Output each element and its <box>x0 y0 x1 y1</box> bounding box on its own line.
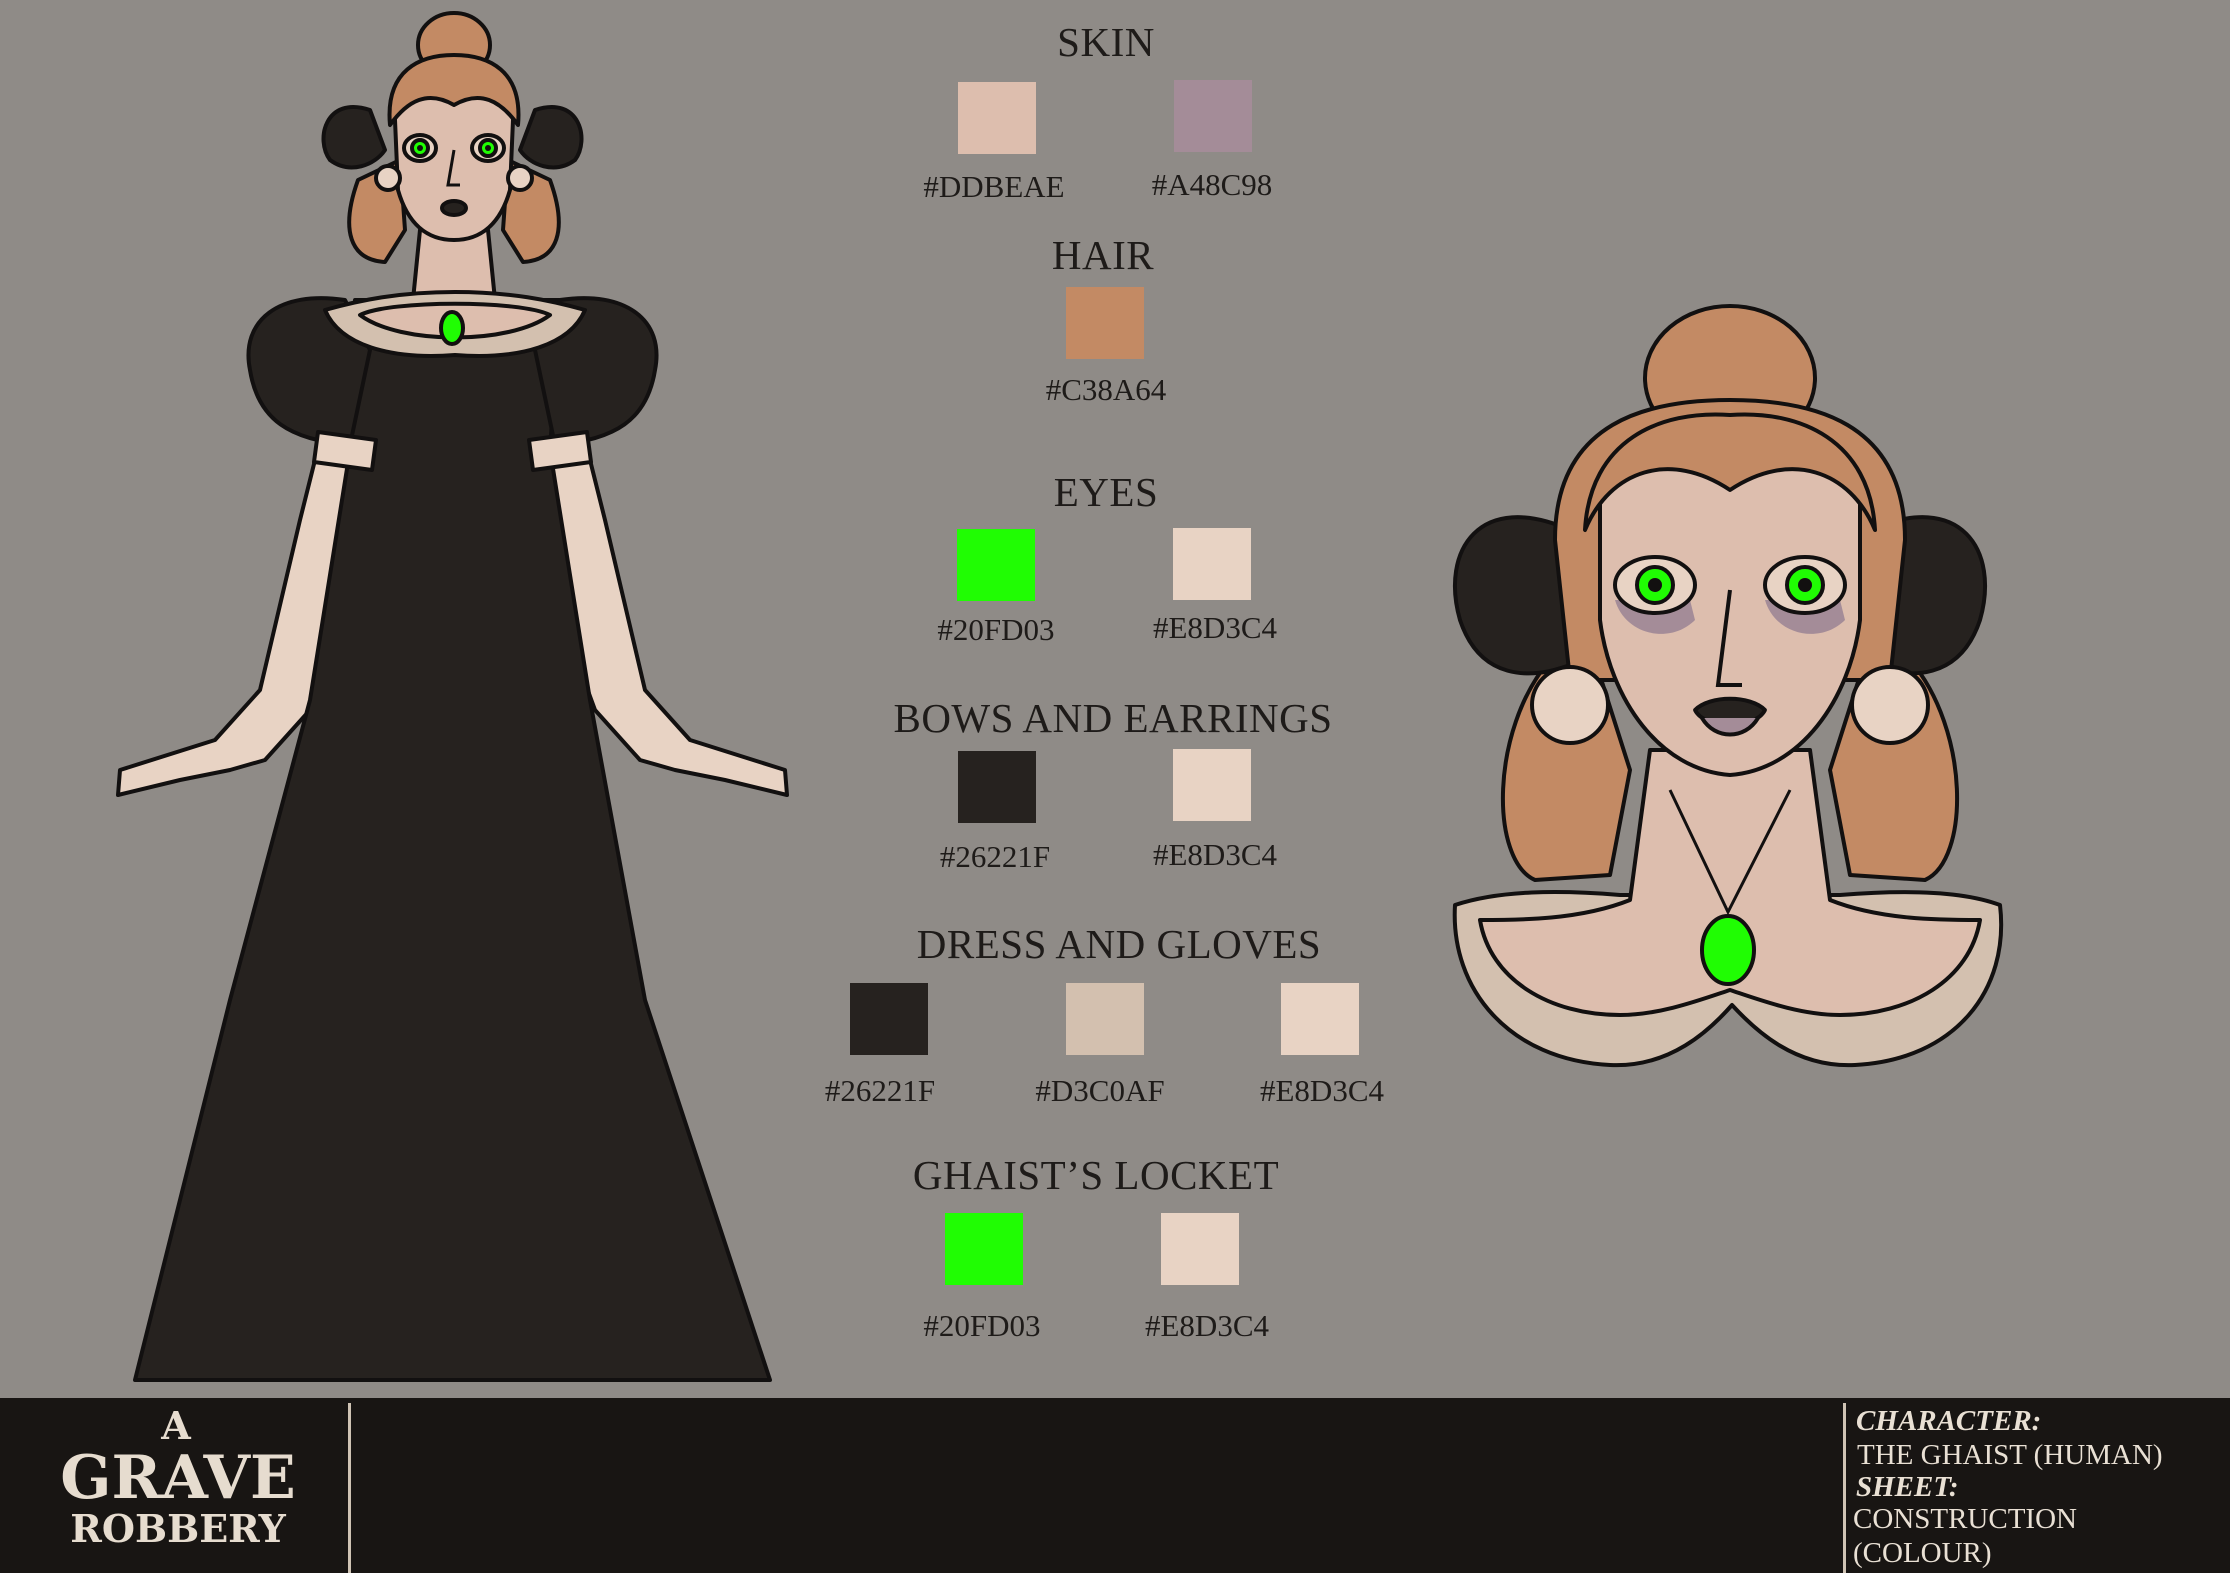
hex-skin-1: #DDBEAE <box>923 169 1065 204</box>
swatch-hair-1 <box>1066 287 1144 359</box>
character-value: THE GHAIST (HUMAN) <box>1857 1439 2163 1471</box>
section-title-eyes: EYES <box>1053 469 1159 515</box>
hex-bows-2: #E8D3C4 <box>1153 837 1277 872</box>
hex-dress-3: #E8D3C4 <box>1260 1073 1384 1108</box>
hex-locket-2: #E8D3C4 <box>1145 1308 1269 1343</box>
swatch-eyes-1 <box>957 529 1035 601</box>
logo-line-robbery: ROBBERY <box>70 1506 286 1551</box>
sheet-value-line1: CONSTRUCTION <box>1853 1503 2077 1535</box>
swatch-dress-2 <box>1066 983 1144 1055</box>
hex-eyes-1: #20FD03 <box>937 612 1055 647</box>
swatch-bows-1 <box>958 751 1036 823</box>
swatch-dress-1 <box>850 983 928 1055</box>
section-title-dress-gloves: DRESS AND GLOVES <box>916 921 1322 967</box>
sheet-value-line2: (COLOUR) <box>1853 1537 1992 1569</box>
logo-line-grave: GRAVE <box>60 1443 296 1513</box>
hex-dress-1: #26221F <box>824 1073 936 1108</box>
hex-skin-2: #A48C98 <box>1151 167 1273 202</box>
swatch-eyes-2 <box>1173 528 1251 600</box>
section-title-skin: SKIN <box>1057 19 1155 65</box>
hex-hair-1: #C38A64 <box>1045 372 1167 407</box>
logo-line-a: A <box>161 1403 191 1448</box>
section-title-hair: HAIR <box>1051 232 1155 278</box>
swatch-bows-2 <box>1173 749 1251 821</box>
swatch-dress-3 <box>1281 983 1359 1055</box>
hex-eyes-2: #E8D3C4 <box>1153 610 1277 645</box>
swatch-locket-2 <box>1161 1213 1239 1285</box>
hex-bows-1: #26221F <box>939 839 1051 874</box>
swatch-locket-1 <box>945 1213 1023 1285</box>
sheet-label: SHEET: <box>1856 1471 1959 1503</box>
footer-divider-left <box>348 1403 351 1573</box>
footer-divider-right <box>1843 1403 1846 1573</box>
swatch-skin-1 <box>958 82 1036 154</box>
swatch-skin-2 <box>1174 80 1252 152</box>
hex-dress-2: #D3C0AF <box>1035 1073 1165 1108</box>
section-title-locket: GHAIST’S LOCKET <box>912 1152 1280 1198</box>
section-title-bows-earrings: BOWS AND EARRINGS <box>893 695 1333 741</box>
character-label: CHARACTER: <box>1856 1405 2042 1437</box>
hex-locket-1: #20FD03 <box>923 1308 1041 1343</box>
bust-illustration <box>1452 304 2004 1068</box>
full-body-illustration <box>116 11 789 1382</box>
